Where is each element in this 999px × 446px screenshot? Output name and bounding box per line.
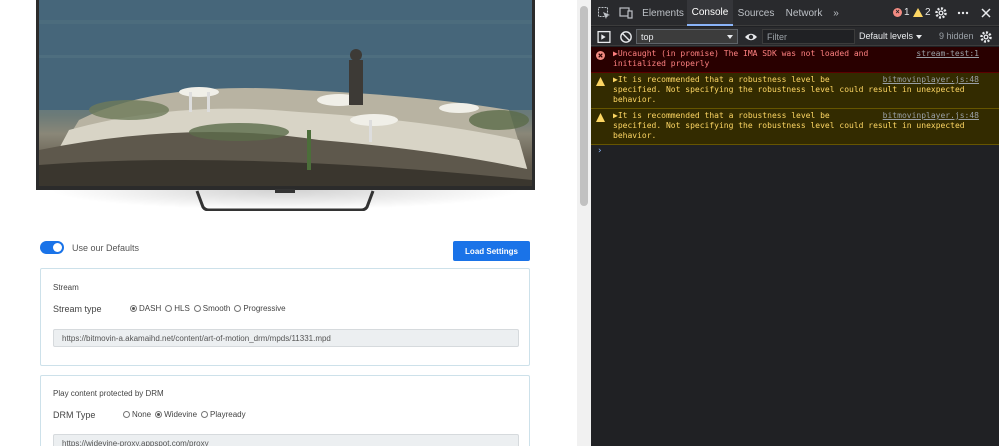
drm-type-label: DRM Type — [53, 410, 96, 420]
more-options-icon[interactable] — [956, 6, 970, 20]
warning-count-badge[interactable]: 2 — [913, 7, 931, 18]
video-scene-image — [39, 0, 532, 186]
tab-elements[interactable]: Elements — [639, 0, 687, 26]
console-toolbar: top Filter Default levels 9 hidden — [591, 27, 999, 46]
radio-playready-label: Playready — [210, 410, 246, 419]
radio-none-label: None — [132, 410, 152, 419]
log-levels-label: Default levels — [859, 31, 914, 41]
radio-progressive[interactable]: Progressive — [234, 304, 286, 313]
tab-network[interactable]: Network — [779, 0, 829, 26]
console-message-warning[interactable]: ▶It is recommended that a robustness lev… — [591, 73, 999, 109]
console-message-source-link[interactable]: bitmovinplayer.js:48 — [883, 111, 979, 121]
device-toolbar-icon[interactable] — [619, 6, 633, 20]
drm-card: Play content protected by DRM DRM Type N… — [40, 375, 530, 446]
error-count-badge[interactable]: × 1 — [893, 7, 910, 18]
radio-dash-label: DASH — [139, 304, 162, 313]
load-settings-button[interactable]: Load Settings — [453, 241, 530, 261]
page-scrollbar[interactable] — [577, 0, 591, 446]
radio-hls-indicator[interactable] — [165, 305, 173, 312]
chevron-down-icon — [727, 35, 733, 39]
radio-none-indicator[interactable] — [123, 411, 130, 418]
chevron-down-icon — [916, 34, 923, 39]
live-expression-eye-icon[interactable] — [744, 30, 758, 44]
error-count: 1 — [904, 7, 910, 18]
radio-hls[interactable]: HLS — [165, 304, 190, 313]
devtools-panel: Elements Console Sources Network » × 1 2 — [591, 0, 999, 446]
video-player[interactable] — [36, 0, 535, 190]
radio-dash[interactable]: DASH — [130, 304, 161, 313]
stream-card: Stream Stream type DASH HLS Smooth Progr… — [40, 268, 530, 366]
stream-card-title: Stream — [53, 283, 79, 292]
drm-card-title: Play content protected by DRM — [53, 389, 164, 398]
warning-icon — [913, 8, 923, 17]
more-tabs-button[interactable]: » — [829, 0, 843, 26]
log-levels-dropdown[interactable]: Default levels — [859, 31, 923, 41]
tab-sources[interactable]: Sources — [733, 0, 779, 26]
console-input-prompt[interactable]: › — [597, 146, 602, 156]
tab-console[interactable]: Console — [687, 0, 733, 26]
console-message-source-link[interactable]: bitmovinplayer.js:48 — [883, 75, 979, 85]
stream-type-label: Stream type — [53, 304, 102, 314]
radio-progressive-label: Progressive — [243, 304, 286, 313]
hidden-messages-count: 9 hidden — [939, 31, 974, 41]
radio-playready-indicator[interactable] — [201, 411, 209, 418]
tv-stand — [195, 189, 375, 211]
stream-url-input[interactable]: https://bitmovin-a.akamaihd.net/content/… — [53, 329, 519, 347]
show-sidebar-icon[interactable] — [597, 30, 611, 44]
radio-none[interactable]: None — [123, 410, 151, 419]
clear-console-icon[interactable] — [619, 30, 633, 44]
radio-smooth[interactable]: Smooth — [193, 304, 231, 313]
error-icon: × — [893, 8, 902, 17]
radio-smooth-indicator[interactable] — [193, 305, 201, 312]
warning-icon — [596, 77, 605, 86]
console-message-source-link[interactable]: stream-test:1 — [916, 49, 979, 59]
page-scrollbar-thumb[interactable] — [580, 6, 588, 206]
context-selector[interactable]: top — [636, 29, 738, 44]
error-icon — [596, 51, 605, 60]
console-message-text: ▶Uncaught (in promise) The IMA SDK was n… — [613, 49, 869, 68]
console-settings-gear-icon[interactable] — [979, 30, 993, 44]
close-icon[interactable] — [979, 6, 993, 20]
console-message-error[interactable]: ▶Uncaught (in promise) The IMA SDK was n… — [591, 47, 999, 73]
radio-widevine-indicator[interactable] — [155, 411, 163, 418]
radio-dash-indicator[interactable] — [130, 305, 137, 312]
stream-type-radio-group: DASH HLS Smooth Progressive — [130, 304, 286, 313]
console-message-warning[interactable]: ▶It is recommended that a robustness lev… — [591, 109, 999, 145]
web-page: Use our Defaults Load Settings Stream St… — [0, 0, 577, 446]
use-defaults-label: Use our Defaults — [72, 243, 140, 253]
video-frame[interactable] — [39, 0, 532, 186]
radio-widevine-label: Widevine — [164, 410, 198, 419]
drm-license-url-input[interactable]: https://widevine-proxy.appspot.com/proxy — [53, 434, 519, 446]
radio-progressive-indicator[interactable] — [234, 305, 242, 312]
radio-hls-label: HLS — [174, 304, 190, 313]
warning-count: 2 — [925, 7, 931, 18]
devtools-tab-bar: Elements Console Sources Network » × 1 2 — [591, 0, 999, 26]
context-selector-value: top — [641, 31, 654, 42]
radio-widevine[interactable]: Widevine — [155, 410, 197, 419]
radio-playready[interactable]: Playready — [201, 410, 246, 419]
drm-type-radio-group: None Widevine Playready — [123, 410, 246, 419]
use-defaults-toggle[interactable] — [40, 241, 64, 254]
inspect-element-icon[interactable] — [597, 6, 611, 20]
warning-icon — [596, 113, 605, 122]
console-filter-input[interactable]: Filter — [762, 29, 855, 44]
radio-smooth-label: Smooth — [202, 304, 231, 313]
settings-gear-icon[interactable] — [934, 6, 948, 20]
